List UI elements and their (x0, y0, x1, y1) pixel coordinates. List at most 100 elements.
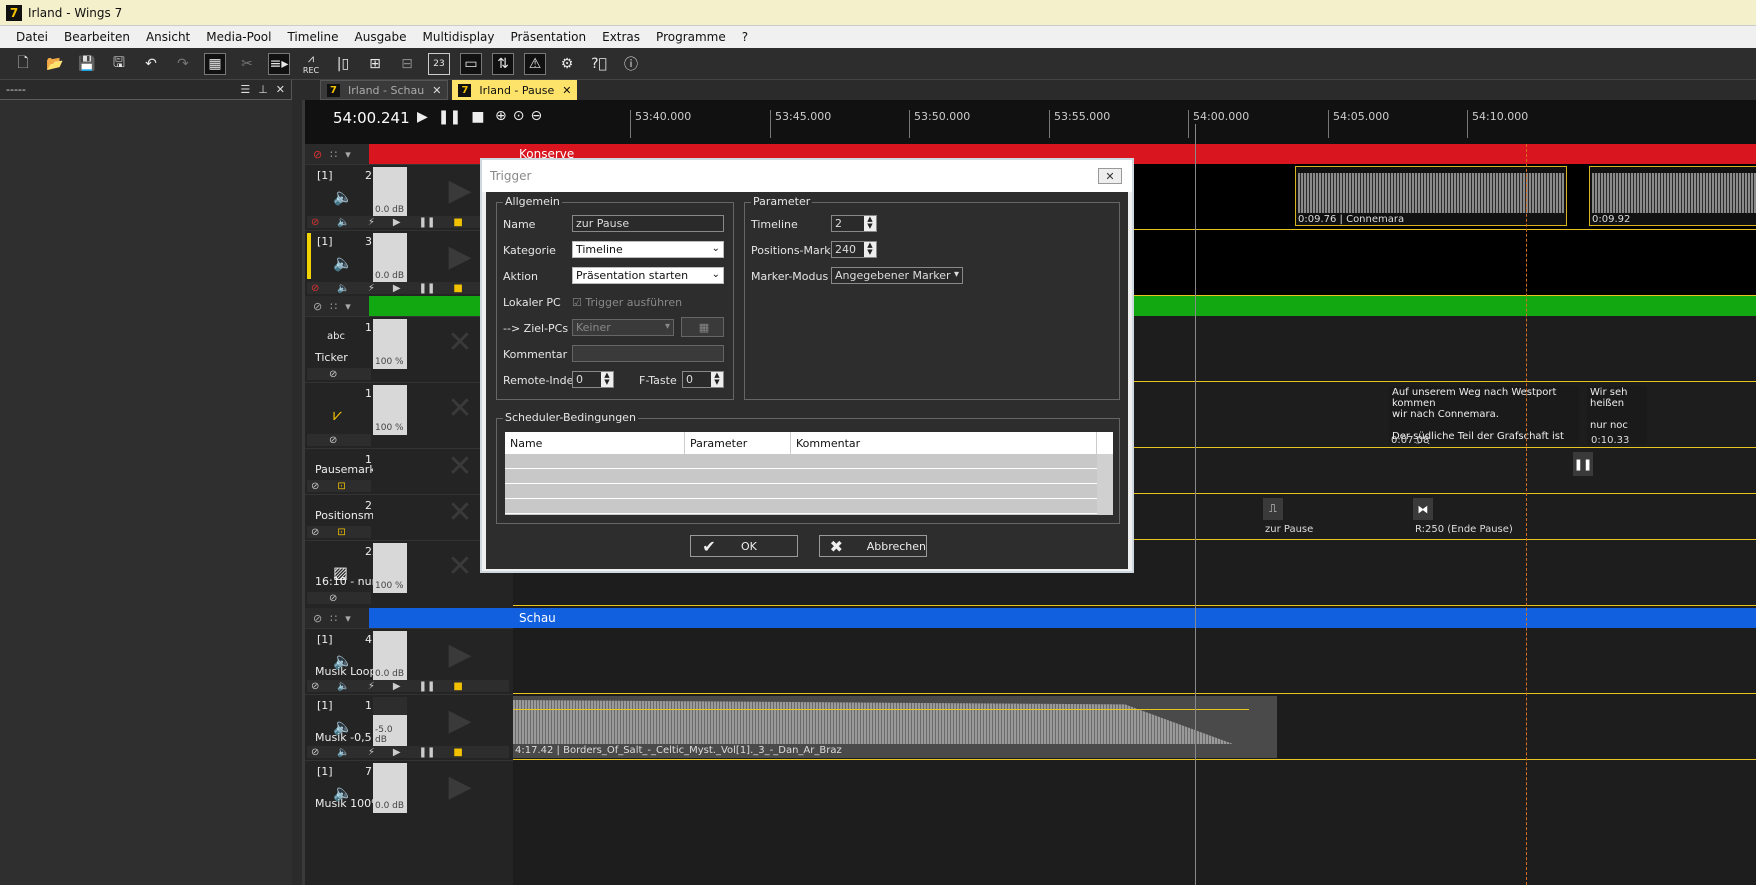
pause-icon[interactable]: ❚❚ (419, 681, 436, 692)
cut-icon[interactable]: ✂ (236, 53, 258, 75)
cancel-button[interactable]: ✖ Abbrechen (819, 535, 927, 557)
speaker-icon[interactable]: 🔈 (337, 217, 349, 228)
tree-icon[interactable]: ⊞ (364, 53, 386, 75)
menu-extras[interactable]: Extras (594, 30, 648, 44)
mute-icon[interactable]: ⊘ (311, 527, 319, 538)
save-as-icon[interactable]: 🖫 (108, 53, 130, 75)
marker-icon[interactable]: |▯ (332, 53, 354, 75)
trigger-icon[interactable]: ⚡ (368, 217, 375, 228)
info-icon[interactable]: ⓘ (620, 53, 642, 75)
tab-close-icon[interactable]: ✕ (562, 84, 571, 97)
grip-icon[interactable]: ∷ (330, 148, 337, 161)
mute-icon[interactable]: ⊘ (329, 593, 337, 604)
mute-icon[interactable]: ⊘ (311, 481, 319, 492)
menu-multidisplay[interactable]: Multidisplay (415, 30, 503, 44)
spinner-icon[interactable]: ▲ ▼ (864, 216, 876, 231)
gear-icon[interactable]: ⚙ (556, 53, 578, 75)
mute-icon[interactable]: ⊘ (313, 300, 322, 313)
chevron-down-icon[interactable]: ▾ (345, 300, 351, 313)
trigger-icon[interactable]: ⚡ (368, 747, 375, 758)
audio-clip[interactable]: 0:09.92 (1589, 166, 1756, 226)
audio-clip-music[interactable]: 4:17.42 | Borders_Of_Salt_-_Celtic_Myst.… (513, 696, 1277, 758)
remote-index-input[interactable]: 0 ▲ ▼ (572, 371, 614, 388)
mute-icon[interactable]: ⊘ (311, 747, 319, 758)
scheduler-table[interactable]: Name Parameter Kommentar (505, 432, 1113, 515)
position-marker-icon[interactable]: ⧓ (1413, 498, 1433, 520)
menu-ausgabe[interactable]: Ausgabe (347, 30, 415, 44)
trigger-checkbox[interactable]: ☑ Trigger ausführen (572, 296, 682, 309)
menu-ansicht[interactable]: Ansicht (138, 30, 198, 44)
media-pool-icon[interactable]: ▦ (204, 52, 226, 75)
mute-icon[interactable]: ⊘ (311, 283, 319, 294)
record-icon[interactable]: ■ (453, 747, 462, 758)
tab-irland-pause[interactable]: 7 Irland - Pause ✕ (452, 80, 578, 100)
chevron-down-icon[interactable]: ▾ (345, 612, 351, 625)
undo-icon[interactable]: ↶ (140, 53, 162, 75)
grip-icon[interactable]: ∷ (330, 300, 337, 313)
level-meter[interactable]: 0.0 dB (373, 233, 407, 283)
level-meter[interactable]: 0.0 dB (373, 167, 407, 217)
marker-modus-select[interactable]: Angegebener Marker ▾ (831, 267, 963, 284)
mute-icon[interactable]: ⊘ (329, 435, 337, 446)
zoom-in-icon[interactable]: ⊕ (495, 108, 507, 124)
calendar-icon[interactable]: 23 (428, 52, 450, 75)
pause-marker-icon[interactable]: ❚❚ (1573, 452, 1593, 476)
grip-icon[interactable]: ∷ (330, 612, 337, 625)
play-icon[interactable]: ▶ (393, 283, 401, 294)
pin-icon[interactable]: ⊥ (258, 83, 268, 96)
column-header-parameter[interactable]: Parameter (685, 432, 791, 454)
kategorie-select[interactable]: Timeline ⌄ (572, 241, 724, 258)
ziel-pcs-select[interactable]: Keiner ▾ (572, 319, 674, 336)
tab-irland-schau[interactable]: 7 Irland - Schau ✕ (320, 80, 449, 100)
level-meter[interactable]: 0.0 dB (373, 763, 407, 813)
trigger-icon[interactable]: ⚡ (368, 681, 375, 692)
time-ruler[interactable]: 54:00.241 ▶ ❚❚ ■ ⊕ ⊙ ⊖ 53:40.000 53:45.0… (305, 100, 1756, 144)
mute-icon[interactable]: ⊘ (329, 369, 337, 380)
open-folder-icon[interactable]: 📂 (44, 53, 66, 75)
menu-timeline[interactable]: Timeline (279, 30, 346, 44)
warning-icon[interactable]: ⚠ (524, 52, 546, 75)
table-rows[interactable] (505, 454, 1097, 515)
zoom-fit-icon[interactable]: ⊙ (513, 108, 525, 124)
mute-icon[interactable]: ⊘ (313, 148, 322, 161)
level-meter[interactable]: 0.0 dB (373, 631, 407, 681)
pause-icon[interactable]: ❚❚ (419, 747, 436, 758)
close-icon[interactable]: ✕ (276, 83, 285, 96)
trigger-icon[interactable]: ⚡ (368, 283, 375, 294)
menu-bearbeiten[interactable]: Bearbeiten (56, 30, 138, 44)
name-input[interactable]: zur Pause (572, 215, 724, 232)
menu-media-pool[interactable]: Media-Pool (198, 30, 279, 44)
level-meter[interactable]: 100 % (373, 543, 407, 593)
display-icon[interactable]: ▭ (460, 52, 482, 75)
speaker-icon[interactable]: 🔈 (337, 283, 349, 294)
marker-flag-icon[interactable]: ⊡ (337, 527, 345, 538)
chevron-down-icon[interactable]: ▾ (345, 148, 351, 161)
f-taste-input[interactable]: 0 ▲ ▼ (682, 371, 724, 388)
column-header-kommentar[interactable]: Kommentar (791, 432, 1097, 454)
redo-icon[interactable]: ↷ (172, 53, 194, 75)
sync-icon[interactable]: ⇅ (492, 52, 514, 75)
mute-icon[interactable]: ⊘ (313, 612, 322, 625)
speaker-icon[interactable]: 🔈 (337, 747, 349, 758)
spinner-icon[interactable]: ▲ ▼ (864, 242, 876, 257)
record-icon[interactable]: ■ (453, 681, 462, 692)
play-icon[interactable]: ▶ (393, 217, 401, 228)
positions-marker-input[interactable]: 240 ▲ ▼ (831, 241, 877, 258)
level-meter[interactable]: 100 % (373, 385, 407, 435)
mute-icon[interactable]: ⊘ (311, 681, 319, 692)
level-meter[interactable]: -5.0 dB (373, 697, 407, 747)
marker-flag-icon[interactable]: ⊡ (337, 481, 345, 492)
column-header-name[interactable]: Name (505, 432, 685, 454)
record-icon[interactable]: ■ (453, 217, 462, 228)
menu-programme[interactable]: Programme (648, 30, 734, 44)
play-icon[interactable]: ▶ (393, 747, 401, 758)
menu-praesentation[interactable]: Präsentation (503, 30, 595, 44)
play-icon[interactable]: ▶ (393, 681, 401, 692)
speaker-icon[interactable]: 🔈 (337, 681, 349, 692)
pause-icon[interactable]: ❚❚ (419, 217, 436, 228)
timeline-input[interactable]: 2 ▲ ▼ (831, 215, 877, 232)
menu-datei[interactable]: Datei (8, 30, 56, 44)
track-audio-music[interactable]: [1] 1 🔈 Musik -0,5 -5.0 dB ▶ ⊘ 🔈 ⚡ ▶ ❚❚ ■ (305, 694, 513, 760)
rec-icon[interactable]: ⩘ REC (300, 52, 322, 75)
tab-close-icon[interactable]: ✕ (432, 84, 441, 97)
